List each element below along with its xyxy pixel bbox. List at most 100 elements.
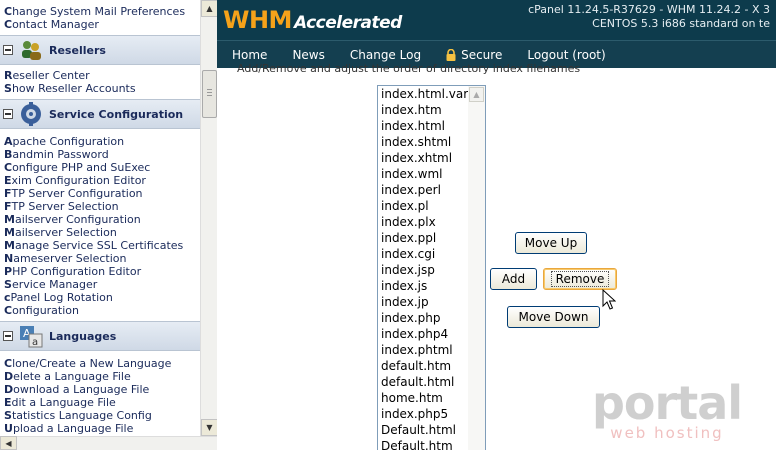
- list-option[interactable]: index.plx: [378, 214, 469, 230]
- list-option[interactable]: index.xhtml: [378, 150, 469, 166]
- link-initial: C: [4, 5, 13, 18]
- sidebar-scrollbar[interactable]: ▲ ▼: [200, 0, 218, 436]
- section-title: Resellers: [49, 43, 106, 57]
- list-option[interactable]: index.cgi: [378, 246, 469, 262]
- sidebar-link[interactable]: Manage Service SSL Certificates: [0, 239, 200, 252]
- list-option[interactable]: index.htm: [378, 102, 469, 118]
- link-rest: elete a Language File: [13, 370, 131, 383]
- link-initial: P: [4, 265, 13, 278]
- service-config-icon: [19, 102, 43, 126]
- section-header-resellers[interactable]: Resellers: [0, 35, 200, 65]
- nav-secure[interactable]: Secure: [446, 48, 502, 62]
- sidebar-link[interactable]: Exim Configuration Editor: [0, 174, 200, 187]
- collapse-icon[interactable]: [3, 45, 13, 55]
- scroll-up-icon[interactable]: ▲: [201, 0, 218, 17]
- sidebar-link-contact-manager[interactable]: Contact Manager: [0, 18, 200, 31]
- add-button[interactable]: Add: [490, 268, 537, 290]
- link-initial: M: [4, 226, 15, 239]
- nav-logout[interactable]: Logout (root): [527, 48, 605, 62]
- sidebar-link[interactable]: Nameserver Selection: [0, 252, 200, 265]
- list-option[interactable]: index.wml: [378, 166, 469, 182]
- link-initial: D: [4, 370, 14, 383]
- section-header-languages[interactable]: Aa Languages: [0, 321, 200, 351]
- scroll-thumb[interactable]: [202, 70, 217, 118]
- list-option[interactable]: index.php5: [378, 406, 469, 422]
- resellers-icon: [19, 38, 43, 62]
- list-option[interactable]: index.php4: [378, 326, 469, 342]
- link-rest: pload a Language File: [12, 422, 134, 435]
- scroll-down-icon[interactable]: ▼: [201, 419, 218, 436]
- list-option[interactable]: Default.html: [378, 422, 469, 438]
- link-rest: HP Configuration Editor: [12, 265, 142, 278]
- scroll-left-icon[interactable]: ◀: [0, 436, 17, 450]
- sidebar-link[interactable]: cPanel Log Rotation: [0, 291, 200, 304]
- remove-label: Remove: [550, 271, 610, 287]
- link-rest: onfigure PHP and SuExec: [12, 161, 151, 174]
- list-option[interactable]: index.jsp: [378, 262, 469, 278]
- logo-main: WHM: [223, 6, 292, 34]
- watermark-sub: web hosting: [610, 424, 724, 442]
- link-rest: TP Server Selection: [11, 200, 119, 213]
- collapse-icon[interactable]: [3, 109, 13, 119]
- sidebar-link[interactable]: Clone/Create a New Language: [0, 357, 200, 370]
- sidebar-link[interactable]: Bandmin Password: [0, 148, 200, 161]
- link-rest: ownload a Language File: [13, 383, 150, 396]
- index-files-listbox[interactable]: index.html.var index.htm index.html index.s…: [377, 85, 486, 450]
- remove-button[interactable]: Remove: [543, 268, 617, 290]
- list-option[interactable]: index.php: [378, 310, 469, 326]
- listbox-scrollbar[interactable]: ▲: [468, 86, 485, 450]
- link-rest: anage Service SSL Certificates: [14, 239, 184, 252]
- link-rest: tatistics Language Config: [11, 409, 152, 422]
- link-rest: Panel Log Rotation: [10, 291, 113, 304]
- list-option[interactable]: index.phtml: [378, 342, 469, 358]
- list-option[interactable]: index.js: [378, 278, 469, 294]
- list-option[interactable]: home.htm: [378, 390, 469, 406]
- sidebar-link[interactable]: Mailserver Selection: [0, 226, 200, 239]
- sidebar-link[interactable]: Configuration: [0, 304, 200, 317]
- sidebar-link-change-mail-prefs[interactable]: Change System Mail Preferences: [0, 5, 200, 18]
- watermark-main: portal: [591, 376, 743, 430]
- link-initial: E: [4, 396, 12, 409]
- sidebar-link[interactable]: Statistics Language Config: [0, 409, 200, 422]
- sidebar-link-show-reseller-accounts[interactable]: Show Reseller Accounts: [0, 82, 200, 95]
- sidebar-link[interactable]: Delete a Language File: [0, 370, 200, 383]
- list-option[interactable]: index.html: [378, 118, 469, 134]
- sidebar-link-reseller-center[interactable]: Reseller Center: [0, 69, 200, 82]
- sidebar-link[interactable]: Mailserver Configuration: [0, 213, 200, 226]
- move-up-button[interactable]: Move Up: [515, 232, 587, 254]
- list-option[interactable]: index.shtml: [378, 134, 469, 150]
- main-content: Add/Remove and adjust the order of direc…: [217, 62, 776, 450]
- nav-news[interactable]: News: [292, 48, 324, 62]
- sidebar-link[interactable]: Download a Language File: [0, 383, 200, 396]
- sidebar-hscrollbar[interactable]: ◀: [0, 436, 217, 450]
- sidebar-link[interactable]: Apache Configuration: [0, 135, 200, 148]
- sidebar-link[interactable]: Edit a Language File: [0, 396, 200, 409]
- link-rest: hange System Mail Preferences: [12, 5, 186, 18]
- move-down-button[interactable]: Move Down: [507, 306, 600, 328]
- sidebar-link[interactable]: FTP Server Configuration: [0, 187, 200, 200]
- sidebar-link[interactable]: FTP Server Selection: [0, 200, 200, 213]
- list-option[interactable]: index.jp: [378, 294, 469, 310]
- list-option[interactable]: index.html.var: [378, 86, 469, 102]
- sidebar-link[interactable]: Upload a Language File: [0, 422, 200, 435]
- list-option[interactable]: Default.htm: [378, 438, 469, 450]
- link-initial: C: [4, 357, 13, 370]
- sidebar-link[interactable]: Configure PHP and SuExec: [0, 161, 200, 174]
- list-option[interactable]: index.ppl: [378, 230, 469, 246]
- sidebar-link[interactable]: PHP Configuration Editor: [0, 265, 200, 278]
- sidebar-content: Change System Mail Preferences Contact M…: [0, 0, 200, 436]
- collapse-icon[interactable]: [3, 331, 13, 341]
- list-option[interactable]: default.html: [378, 374, 469, 390]
- section-header-service-configuration[interactable]: Service Configuration: [0, 99, 200, 129]
- list-option[interactable]: default.htm: [378, 358, 469, 374]
- nav-changelog[interactable]: Change Log: [350, 48, 421, 62]
- nav-secure-label: Secure: [461, 47, 503, 62]
- mouse-cursor-icon: [602, 289, 616, 310]
- link-rest: how Reseller Accounts: [11, 82, 136, 95]
- list-option[interactable]: index.perl: [378, 182, 469, 198]
- sidebar-link[interactable]: Service Manager: [0, 278, 200, 291]
- listbox-scroll-up-icon[interactable]: ▲: [469, 87, 484, 102]
- nav-home[interactable]: Home: [232, 48, 267, 62]
- link-rest: onfiguration: [12, 304, 79, 317]
- list-option[interactable]: index.pl: [378, 198, 469, 214]
